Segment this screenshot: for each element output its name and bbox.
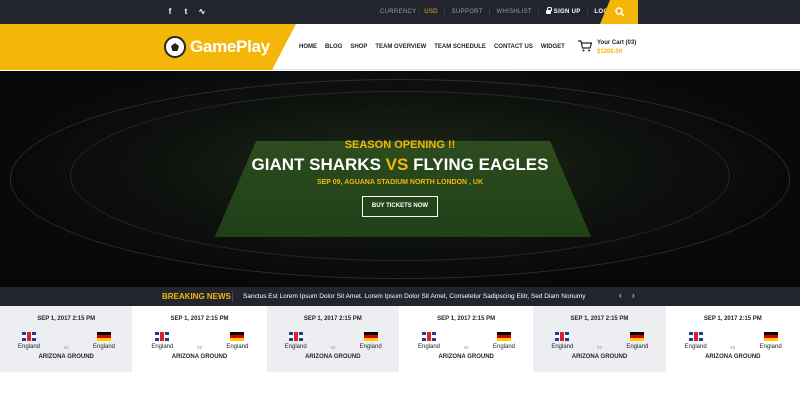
main-nav: HOME BLOG SHOP TEAM OVERVIEW TEAM SCHEDU…	[299, 44, 565, 50]
twitter-icon[interactable]: t	[182, 6, 190, 18]
search-icon	[615, 7, 625, 17]
nav-shop[interactable]: SHOP	[350, 44, 367, 50]
fixture-team2: England	[93, 344, 116, 350]
germany-flag-icon	[230, 332, 245, 341]
uk-flag-icon	[421, 332, 436, 341]
fixture-card[interactable]: SEP 1, 2017 2:15 PM England vs England A…	[399, 306, 534, 372]
main-header: GamePlay HOME BLOG SHOP TEAM OVERVIEW TE…	[0, 24, 800, 70]
top-nav: CURRENCY : USD | SUPPORT | WHISHLIST | S…	[380, 0, 615, 24]
fixture-card[interactable]: SEP 1, 2017 2:15 PM England vs England A…	[0, 306, 134, 372]
match-title: GIANT SHARKS VS FLYING EAGLES	[0, 155, 800, 175]
uk-flag-icon	[555, 332, 570, 341]
fixture-team2: England	[492, 344, 516, 350]
fixture-team2: England	[626, 344, 649, 350]
divider: |	[537, 9, 540, 15]
cart-icon[interactable]	[578, 40, 592, 52]
breaking-news-bar: BREAKING NEWS Sanctus Est Lorem Ipsum Do…	[0, 287, 800, 306]
germany-flag-icon	[630, 332, 645, 341]
fixture-card[interactable]: SEP 1, 2017 2:15 PM England vs England A…	[133, 306, 267, 372]
nav-blog[interactable]: BLOG	[325, 44, 342, 50]
match-venue: SEP 09, AGUANA STADIUM NORTH LONDON , UK	[316, 179, 484, 186]
divider: |	[443, 9, 446, 15]
uk-flag-icon	[22, 332, 36, 341]
fixture-team2: England	[759, 344, 782, 350]
logo-text: GamePlay	[190, 37, 270, 56]
uk-flag-icon	[155, 332, 170, 341]
fixture-ground: ARIZONA GROUND	[705, 354, 761, 360]
divider: |	[586, 9, 589, 15]
fixture-date: SEP 1, 2017 2:15 PM	[303, 316, 362, 322]
nav-widget[interactable]: WIDGET	[541, 44, 565, 50]
fixture-card[interactable]: SEP 1, 2017 2:15 PM England vs England A…	[666, 306, 800, 372]
fixture-ground: ARIZONA GROUND	[571, 354, 628, 360]
fixtures-strip: SEP 1, 2017 2:15 PM England vs England A…	[0, 306, 800, 372]
soccer-ball-icon	[164, 36, 186, 58]
support-link[interactable]: SUPPORT	[452, 9, 483, 15]
currency-label: CURRENCY :	[380, 9, 421, 15]
fixture-date: SEP 1, 2017 2:15 PM	[170, 316, 229, 322]
logo[interactable]: GamePlay	[164, 36, 270, 58]
chevron-right-icon[interactable]: ›	[632, 291, 635, 300]
signup-link[interactable]: SIGN UP	[545, 7, 581, 15]
nav-team-overview[interactable]: TEAM OVERVIEW	[375, 44, 426, 50]
away-team: FLYING EAGLES	[413, 155, 549, 174]
nav-contact-us[interactable]: CONTACT US	[494, 44, 533, 50]
germany-flag-icon	[363, 332, 378, 341]
season-heading: SEASON OPENING !!	[344, 139, 456, 151]
uk-flag-icon	[688, 332, 703, 341]
wishlist-link[interactable]: WHISHLIST	[497, 9, 532, 15]
fixture-card[interactable]: SEP 1, 2017 2:15 PM England vs England A…	[266, 306, 400, 372]
fixture-date: SEP 1, 2017 2:15 PM	[703, 316, 762, 322]
fixture-date: SEP 1, 2017 2:15 PM	[437, 316, 496, 322]
divider	[232, 291, 233, 302]
facebook-icon[interactable]: f	[166, 6, 174, 18]
rss-icon[interactable]: ∿	[198, 6, 206, 18]
cart-title: Your Cart (03)	[597, 40, 637, 46]
social-links: f t ∿	[166, 6, 206, 18]
germany-flag-icon	[763, 332, 778, 341]
currency-select[interactable]: USD	[424, 9, 438, 15]
signup-label: SIGN UP	[553, 9, 581, 15]
nav-home[interactable]: HOME	[299, 44, 317, 50]
lock-icon	[545, 7, 552, 14]
cart-summary[interactable]: Your Cart (03) $1200.00	[597, 39, 636, 57]
fixture-card[interactable]: SEP 1, 2017 2:15 PM England vs England A…	[533, 306, 667, 372]
top-bar: f t ∿ CURRENCY : USD | SUPPORT | WHISHLI…	[0, 0, 800, 24]
breaking-news-text[interactable]: Sanctus Est Lorem Ipsum Dolor Sit Amet. …	[243, 293, 585, 300]
fixture-team2: England	[226, 344, 249, 350]
nav-team-schedule[interactable]: TEAM SCHEDULE	[434, 44, 486, 50]
germany-flag-icon	[97, 332, 111, 341]
fixture-ground: ARIZONA GROUND	[171, 354, 228, 360]
chevron-left-icon[interactable]: ‹	[619, 291, 622, 300]
hero-banner: SEASON OPENING !! GIANT SHARKS VS FLYING…	[0, 71, 800, 287]
breaking-news-label: BREAKING NEWS	[162, 292, 231, 301]
fixture-ground: ARIZONA GROUND	[305, 354, 361, 360]
fixture-team2: England	[359, 344, 382, 350]
fixture-date: SEP 1, 2017 2:15 PM	[37, 316, 96, 322]
germany-flag-icon	[496, 332, 511, 341]
buy-tickets-button[interactable]: BUY TICKETS NOW	[362, 196, 438, 217]
fixture-ground: ARIZONA GROUND	[438, 354, 494, 360]
fixture-ground: ARIZONA GROUND	[38, 354, 94, 360]
fixture-date: SEP 1, 2017 2:15 PM	[570, 316, 629, 322]
versus-label: VS	[385, 155, 409, 174]
home-team: GIANT SHARKS	[251, 155, 381, 174]
uk-flag-icon	[288, 332, 303, 341]
cart-amount: $1200.00	[597, 49, 623, 55]
divider: |	[488, 9, 491, 15]
